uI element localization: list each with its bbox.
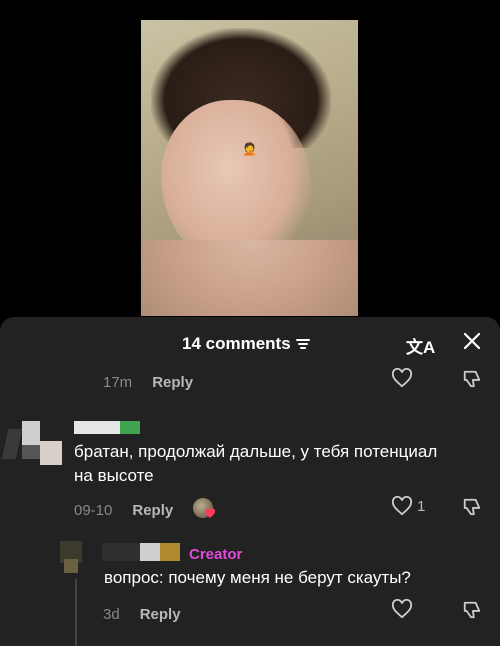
close-icon[interactable] bbox=[462, 331, 482, 351]
reply-button[interactable]: Reply bbox=[132, 502, 173, 519]
comment-3-username[interactable] bbox=[102, 543, 182, 561]
translate-icon[interactable]: 文A bbox=[406, 333, 435, 358]
dislike-icon[interactable] bbox=[461, 369, 483, 389]
thread-line bbox=[75, 579, 77, 646]
comment-3-meta: 3d Reply bbox=[103, 606, 181, 623]
comment-2-meta: 09-10 Reply bbox=[74, 502, 173, 519]
comment-text-line: на высоте bbox=[74, 466, 154, 485]
like-count: 1 bbox=[417, 498, 426, 515]
dislike-icon[interactable] bbox=[461, 497, 483, 517]
comment-1-meta: 17m Reply bbox=[103, 374, 193, 391]
comments-title: 14 comments bbox=[182, 334, 291, 353]
comments-title-group[interactable]: 14 comments bbox=[182, 334, 310, 354]
heart-icon[interactable] bbox=[391, 368, 413, 388]
heart-icon[interactable] bbox=[391, 599, 413, 619]
comment-time: 17m bbox=[103, 374, 133, 391]
video-area[interactable]: 🤦 bbox=[0, 0, 500, 320]
heart-icon[interactable] bbox=[391, 496, 413, 516]
comments-header: 14 comments 文A bbox=[0, 317, 500, 371]
reply-button[interactable]: Reply bbox=[140, 606, 181, 623]
comment-2-username[interactable] bbox=[74, 421, 140, 434]
reply-button[interactable]: Reply bbox=[152, 374, 193, 391]
comment-3-avatar[interactable] bbox=[60, 541, 82, 577]
comment-3-text: вопрос: почему меня не берут скауты? bbox=[104, 568, 411, 587]
face-emoji-sticker: 🤦 bbox=[242, 142, 257, 156]
comment-time: 09-10 bbox=[74, 502, 113, 519]
filter-icon[interactable] bbox=[295, 338, 310, 350]
heart-filled-icon bbox=[204, 508, 216, 518]
dislike-icon[interactable] bbox=[461, 600, 483, 620]
creator-badge: Creator bbox=[189, 546, 243, 563]
video-shoulders-shape bbox=[141, 240, 358, 316]
creator-liked-avatar bbox=[193, 498, 217, 520]
comment-2-avatar[interactable] bbox=[0, 417, 70, 467]
video-frame[interactable]: 🤦 bbox=[141, 20, 358, 316]
comments-sheet: 14 comments 文A 17m Reply братан, продолж… bbox=[0, 317, 500, 646]
comment-text-line: братан, продолжай дальше, у тебя потенци… bbox=[74, 442, 438, 461]
comment-2-text: братан, продолжай дальше, у тебя потенци… bbox=[74, 440, 437, 488]
comment-time: 3d bbox=[103, 606, 120, 623]
